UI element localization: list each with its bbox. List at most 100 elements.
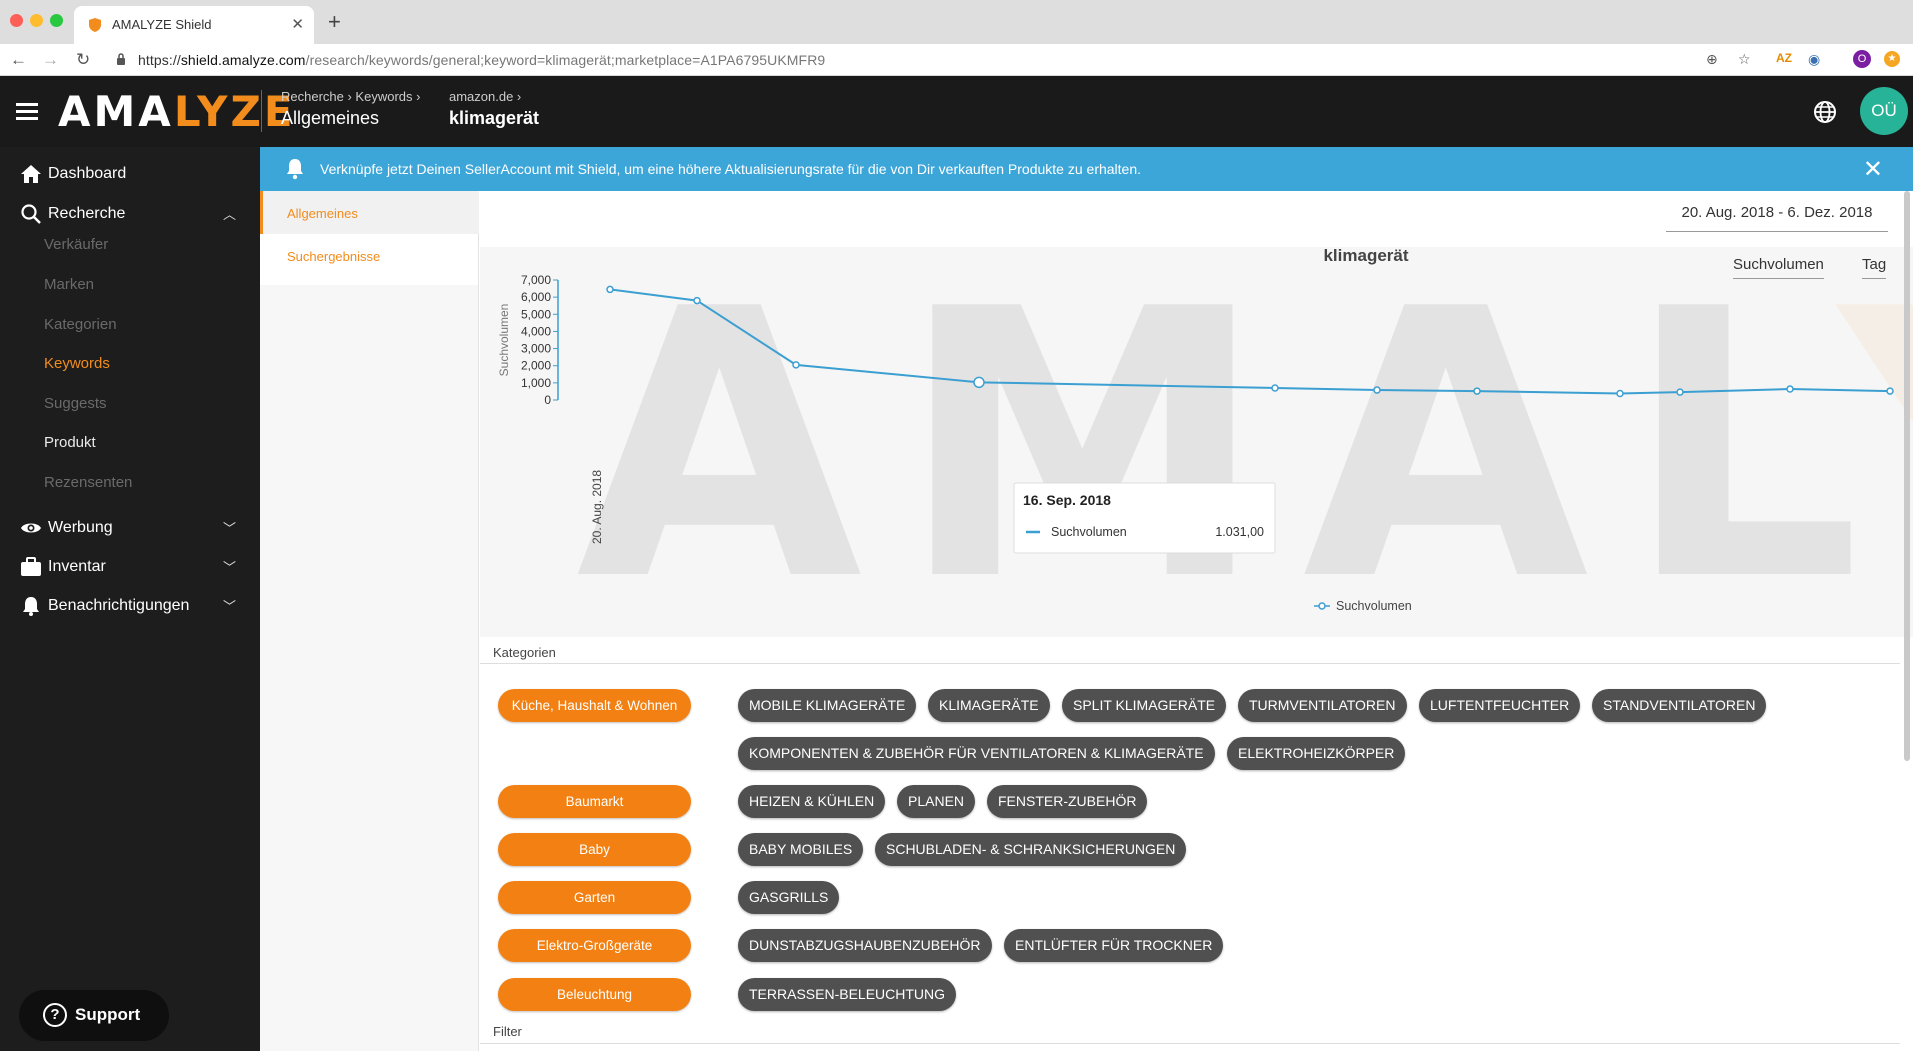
data-point bbox=[1271, 384, 1279, 392]
window-close-button[interactable] bbox=[10, 14, 23, 27]
notification-banner: Verknüpfe jetzt Deinen SellerAccount mit… bbox=[260, 147, 1913, 191]
data-point bbox=[1616, 389, 1624, 398]
sidebar-item-werbung[interactable]: Werbung ﹀ bbox=[0, 509, 260, 547]
globe-icon[interactable] bbox=[1813, 100, 1837, 124]
subcategory-chip[interactable]: LUFTENTFEUCHTER bbox=[1419, 689, 1581, 722]
subnav-allgemeines[interactable]: Allgemeines bbox=[260, 191, 479, 234]
browser-tabbar: AMALYZE Shield ✕ + bbox=[0, 0, 1913, 44]
breadcrumb-path[interactable]: Recherche › Keywords › bbox=[281, 89, 420, 104]
sidebar-sub-marken[interactable]: Marken bbox=[44, 276, 94, 293]
subcategory-chip[interactable]: ELEKTROHEIZKÖRPER bbox=[1227, 737, 1406, 770]
subcategory-chip[interactable]: FENSTER-ZUBEHÖR bbox=[987, 785, 1148, 818]
subnav: Allgemeines Suchergebnisse bbox=[260, 191, 479, 285]
sidebar-sub-produkt[interactable]: Produkt bbox=[44, 434, 96, 451]
category-button[interactable]: Beleuchtung bbox=[498, 978, 691, 1011]
url-input[interactable]: https://shield.amalyze.com/research/keyw… bbox=[138, 52, 825, 68]
sidebar-sub-verkaeufer[interactable]: Verkäufer bbox=[44, 236, 108, 253]
subcategory-chip[interactable]: TERRASSEN-BELEUCHTUNG bbox=[738, 978, 957, 1011]
subcategory-chip[interactable]: BABY MOBILES bbox=[738, 833, 864, 866]
tab-close-icon[interactable]: ✕ bbox=[291, 15, 304, 33]
tooltip-value: 1.031,00 bbox=[1215, 525, 1264, 539]
hamburger-menu-icon[interactable] bbox=[16, 103, 38, 120]
subcategory-chip[interactable]: ENTLÜFTER FÜR TROCKNER bbox=[1004, 929, 1224, 962]
subcategory-chip[interactable]: SPLIT KLIMAGERÄTE bbox=[1062, 689, 1227, 722]
date-range-picker[interactable]: 20. Aug. 2018 - 6. Dez. 2018 bbox=[1666, 204, 1888, 232]
subcategory-chip[interactable]: PLANEN bbox=[897, 785, 976, 818]
close-icon[interactable]: ✕ bbox=[1863, 155, 1883, 184]
breadcrumb-marketplace[interactable]: amazon.de › bbox=[449, 89, 521, 104]
window-minimize-button[interactable] bbox=[30, 14, 43, 27]
new-tab-icon[interactable]: + bbox=[328, 9, 341, 35]
subnav-suchergebnisse[interactable]: Suchergebnisse bbox=[260, 234, 479, 277]
subcategory-chip[interactable]: TURMVENTILATOREN bbox=[1238, 689, 1407, 722]
window-maximize-button[interactable] bbox=[50, 14, 63, 27]
back-icon[interactable]: ← bbox=[10, 50, 27, 70]
chevron-down-icon: ﹀ bbox=[222, 599, 236, 614]
chart-title: klimagerät bbox=[1323, 247, 1408, 265]
y-tick-label: 0 bbox=[544, 393, 551, 407]
sidebar: Dashboard Recherche ︿ Verkäufer Marken K… bbox=[0, 147, 260, 1051]
category-button[interactable]: Baby bbox=[498, 833, 691, 866]
help-icon: ? bbox=[43, 1003, 67, 1027]
breadcrumb-page: Allgemeines bbox=[281, 108, 380, 128]
profile-extension-icon[interactable]: O bbox=[1853, 50, 1871, 68]
sidebar-item-inventar[interactable]: Inventar ﹀ bbox=[0, 548, 260, 586]
sidebar-sub-rezensenten[interactable]: Rezensenten bbox=[44, 474, 132, 491]
eye-icon bbox=[21, 523, 41, 533]
forward-icon[interactable]: → bbox=[42, 50, 59, 70]
sidebar-label: Inventar bbox=[48, 558, 106, 575]
data-point bbox=[1886, 387, 1894, 395]
category-button[interactable]: Garten bbox=[498, 881, 691, 914]
sidebar-sub-keywords[interactable]: Keywords bbox=[44, 355, 110, 372]
shield-favicon-icon bbox=[89, 18, 101, 32]
search-icon bbox=[21, 204, 41, 224]
subcategory-chip[interactable]: MOBILE KLIMAGERÄTE bbox=[738, 689, 917, 722]
orange-extension-icon[interactable]: ★ bbox=[1884, 51, 1900, 67]
extension-icon[interactable]: ◉ bbox=[1808, 51, 1820, 68]
search-volume-chart: klimagerät 0 1,000 2,000 3,000 4,000 5,000 6,00… bbox=[497, 247, 1894, 613]
support-button[interactable]: ? Support bbox=[19, 990, 169, 1041]
category-button[interactable]: Elektro-Großgeräte bbox=[498, 929, 691, 962]
sidebar-item-benachrichtigungen[interactable]: Benachrichtigungen ﹀ bbox=[0, 587, 260, 625]
y-tick-label: 4,000 bbox=[521, 324, 551, 338]
support-label: Support bbox=[75, 1005, 141, 1024]
subcategory-chip[interactable]: SCHUBLADEN- & SCHRANKSICHERUNGEN bbox=[875, 833, 1187, 866]
chevron-down-icon: ﹀ bbox=[222, 521, 236, 536]
home-icon bbox=[21, 165, 41, 183]
app-header: AMALYZE Recherche › Keywords › Allgemein… bbox=[0, 76, 1913, 147]
data-point bbox=[792, 361, 800, 369]
subcategory-chip[interactable]: HEIZEN & KÜHLEN bbox=[738, 785, 886, 818]
url-prefix: https:// bbox=[138, 52, 181, 68]
subcategory-chip[interactable]: GASGRILLS bbox=[738, 881, 840, 914]
amalyze-logo[interactable]: AMALYZE bbox=[58, 87, 296, 136]
sidebar-sub-kategorien[interactable]: Kategorien bbox=[44, 316, 117, 333]
breadcrumb-keyword: klimagerät bbox=[449, 108, 540, 128]
divider bbox=[480, 663, 1900, 664]
tooltip-series-name: Suchvolumen bbox=[1051, 525, 1127, 539]
sidebar-item-recherche[interactable]: Recherche ︿ bbox=[0, 195, 260, 233]
category-button[interactable]: Küche, Haushalt & Wohnen bbox=[498, 689, 691, 722]
page-scrollbar[interactable] bbox=[1904, 191, 1910, 761]
sidebar-sub-suggests[interactable]: Suggests bbox=[44, 395, 107, 412]
data-point bbox=[606, 285, 614, 294]
legend-swatch-marker bbox=[1318, 602, 1326, 610]
series-line bbox=[609, 288, 1891, 395]
subcategory-chip[interactable]: KLIMAGERÄTE bbox=[928, 689, 1050, 722]
az-extension-icon[interactable]: AZ bbox=[1776, 51, 1792, 65]
subcategory-chip[interactable]: KOMPONENTEN & ZUBEHÖR FÜR VENTILATOREN &… bbox=[738, 737, 1215, 770]
bookmark-star-icon[interactable]: ☆ bbox=[1738, 51, 1751, 68]
chevron-up-icon: ︿ bbox=[222, 207, 236, 222]
category-button[interactable]: Baumarkt bbox=[498, 785, 691, 818]
url-path: /research/keywords/general;keyword=klima… bbox=[305, 52, 826, 68]
subcategory-chip[interactable]: STANDVENTILATOREN bbox=[1592, 689, 1767, 722]
zoom-icon[interactable]: ⊕ bbox=[1706, 51, 1718, 68]
banner-text[interactable]: Verknüpfe jetzt Deinen SellerAccount mit… bbox=[320, 161, 1141, 177]
sidebar-item-dashboard[interactable]: Dashboard bbox=[0, 155, 260, 193]
divider bbox=[480, 1043, 1900, 1044]
subcategory-chip[interactable]: DUNSTABZUGSHAUBENZUBEHÖR bbox=[738, 929, 992, 962]
user-avatar[interactable]: OÜ bbox=[1860, 87, 1908, 135]
y-tick-label: 6,000 bbox=[521, 290, 551, 304]
browser-tab[interactable]: AMALYZE Shield ✕ bbox=[74, 6, 314, 44]
sidebar-label: Dashboard bbox=[48, 165, 127, 182]
reload-icon[interactable]: ↻ bbox=[76, 50, 90, 70]
